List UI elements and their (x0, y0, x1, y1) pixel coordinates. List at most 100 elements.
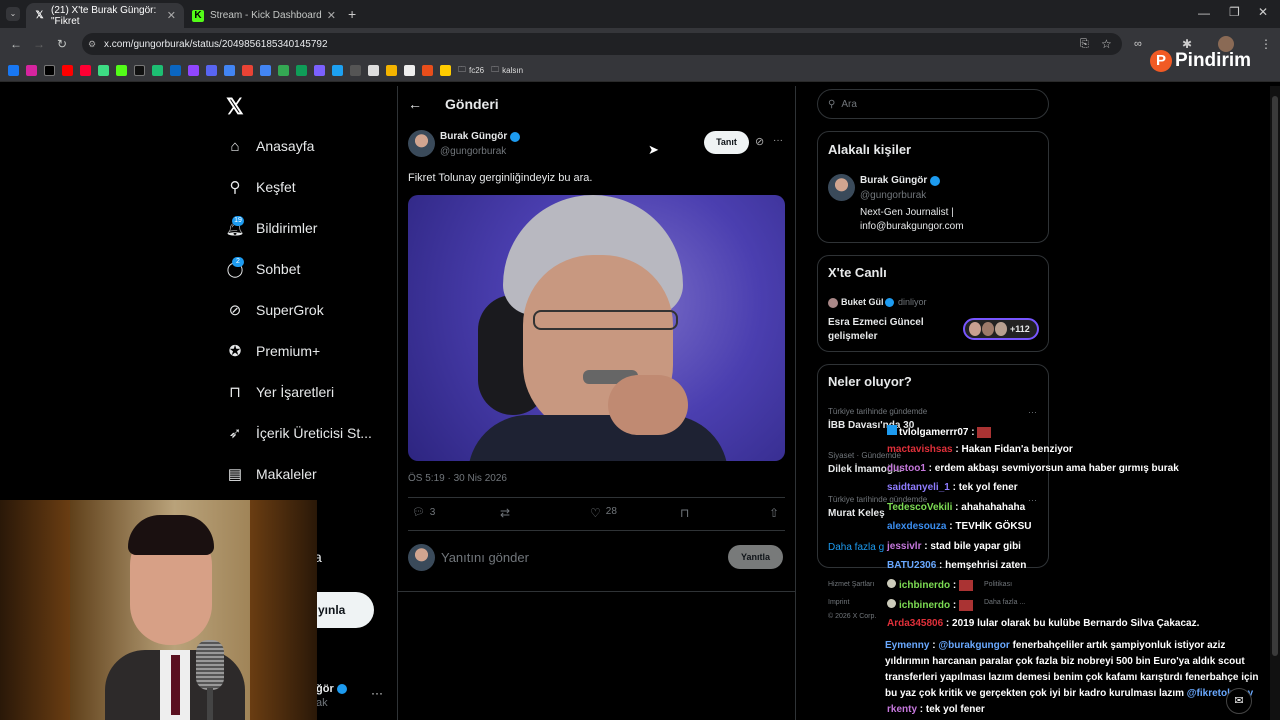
install-app-icon[interactable]: ⎘ (1080, 38, 1089, 51)
menu-icon[interactable]: ⋮ (1260, 37, 1272, 51)
new-tab-button[interactable]: + (348, 6, 356, 22)
close-icon[interactable]: ✕ (327, 9, 336, 22)
messages-icon[interactable]: ✉ (1226, 688, 1252, 714)
bookmark-folder[interactable]: 🗀 kalsın (491, 64, 523, 78)
nav-creator-studio[interactable]: ➶ İçerik Üreticisi St... (226, 424, 372, 442)
app-icon[interactable] (350, 65, 361, 76)
app-icon[interactable] (386, 65, 397, 76)
reply-count-button[interactable]: 💬︎ 3 (412, 507, 435, 518)
sheet-icon[interactable] (152, 65, 163, 76)
nav-explore[interactable]: ⚲ Keşfet (226, 178, 296, 196)
nav-premium[interactable]: ✪ Premium+ (226, 342, 320, 360)
author-name[interactable]: Burak Güngör (440, 131, 521, 142)
nav-articles[interactable]: ▤ Makaleler (226, 465, 317, 483)
verified-icon (336, 684, 347, 694)
bookmark-folder[interactable]: 🗀 fc26 (458, 64, 484, 78)
x-icon[interactable] (44, 65, 55, 76)
live-topic[interactable]: Esra Ezmeci Güncel gelişmeler (828, 316, 948, 344)
app-icon[interactable] (368, 65, 379, 76)
footer-link[interactable]: Hizmet Şartları (828, 581, 874, 588)
live-listeners[interactable]: +112 (963, 318, 1039, 340)
maximize-button[interactable]: ❐ (1229, 5, 1240, 19)
footer-link[interactable]: Daha fazla ... (984, 599, 1025, 606)
youtube-icon[interactable] (80, 65, 91, 76)
maps-icon[interactable] (224, 65, 235, 76)
footer-link[interactable]: Imprint (828, 599, 849, 606)
search-input[interactable]: ⚲ Ara (817, 89, 1049, 119)
author-avatar[interactable] (408, 130, 435, 157)
post-image[interactable] (408, 195, 785, 461)
show-more-link[interactable]: Daha fazla g (828, 542, 884, 553)
more-icon[interactable]: ··· (1028, 407, 1037, 417)
live-card: X'te Canlı Buket Gül dinliyor Esra Ezmec… (817, 255, 1049, 352)
account-name[interactable]: ğör (316, 683, 347, 695)
badge-icon (887, 579, 896, 588)
scrollbar[interactable] (1270, 86, 1280, 720)
sheets-icon[interactable] (296, 65, 307, 76)
site-info-icon[interactable]: ⚙ (88, 39, 96, 50)
window-close-button[interactable]: ✕ (1258, 5, 1268, 19)
twitch-icon[interactable] (188, 65, 199, 76)
app-icon[interactable] (422, 65, 433, 76)
url-bar[interactable]: ⚙ x.com/gungorburak/status/2049856185340… (82, 33, 1122, 55)
share-icon[interactable]: ⇧ (769, 506, 779, 520)
facebook-icon[interactable] (8, 65, 19, 76)
divider (408, 530, 785, 531)
youtube-icon[interactable] (62, 65, 73, 76)
gmail-icon[interactable] (242, 65, 253, 76)
app-icon[interactable] (440, 65, 451, 76)
star-icon[interactable]: ☆ (1101, 37, 1112, 51)
minimize-button[interactable]: — (1198, 6, 1210, 20)
heart-icon: ♡ (590, 506, 601, 520)
app-icon[interactable] (314, 65, 325, 76)
reply-button[interactable]: Yanıtla (728, 545, 783, 569)
bookmark-icon[interactable]: ⊓ (680, 506, 689, 520)
app-icon[interactable] (404, 65, 415, 76)
x-icon[interactable] (134, 65, 145, 76)
chat-message: mactavishsas : Hakan Fidan'a benziyor (887, 444, 1073, 455)
back-icon[interactable]: ← (10, 37, 22, 51)
instagram-icon[interactable] (26, 65, 37, 76)
trend-name[interactable]: Murat Keleş (828, 508, 885, 519)
app-icon[interactable] (332, 65, 343, 76)
drop-icon[interactable] (98, 65, 109, 76)
back-arrow-icon[interactable]: ← (408, 96, 422, 112)
more-icon[interactable]: ··· (1028, 495, 1037, 505)
x-logo-icon[interactable]: 𝕏 (226, 94, 244, 120)
emote-icon (959, 599, 974, 611)
discord-icon[interactable] (206, 65, 217, 76)
more-icon[interactable]: ··· (773, 135, 783, 146)
grok-icon[interactable]: ⊘ (755, 135, 764, 148)
scrollbar-thumb[interactable] (1272, 96, 1278, 656)
tab-kick-dashboard[interactable]: K Stream - Kick Dashboard ✕ (184, 3, 344, 28)
tab-list-icon[interactable]: ⌄ (6, 7, 20, 21)
footer-link[interactable]: Politikası (984, 581, 1012, 588)
tab-x-post[interactable]: 𝕏 (21) X'te Burak Güngör: "Fikret ✕ (26, 3, 184, 28)
repost-icon[interactable]: ⇄ (500, 506, 510, 520)
follow-button[interactable]: Tanıt (704, 131, 749, 154)
like-button[interactable]: ♡ 28 (590, 506, 617, 520)
extension-icon[interactable]: ∞ (1134, 38, 1142, 50)
nav-bookmarks[interactable]: ⊓ Yer İşaretleri (226, 383, 334, 401)
copyright: © 2026 X Corp. (828, 613, 877, 620)
nav-supergrok[interactable]: ⊘ SuperGrok (226, 301, 324, 319)
account-more-icon[interactable]: ··· (371, 686, 383, 700)
drive-icon[interactable] (278, 65, 289, 76)
premium-icon: ✪ (228, 343, 242, 360)
reply-input[interactable]: Yanıtını gönder (441, 550, 529, 565)
nav-home[interactable]: ⌂ Anasayfa (226, 137, 314, 155)
live-host[interactable]: Buket Gül (841, 297, 884, 307)
webcam-overlay (0, 500, 317, 720)
close-icon[interactable]: ✕ (167, 9, 176, 22)
kick-icon[interactable] (116, 65, 127, 76)
divider (795, 86, 796, 720)
chat-message: Eymenny : @burakgungor fenerbahçeliler a… (885, 640, 1259, 699)
linkedin-icon[interactable] (170, 65, 181, 76)
related-avatar[interactable] (828, 174, 855, 201)
puzzle-icon[interactable]: ✱ (1182, 37, 1192, 51)
divider (398, 591, 795, 592)
docs-icon[interactable] (260, 65, 271, 76)
reload-icon[interactable]: ↻ (57, 37, 67, 51)
forward-icon[interactable]: → (33, 37, 45, 51)
related-name[interactable]: Burak Güngör (860, 175, 941, 186)
